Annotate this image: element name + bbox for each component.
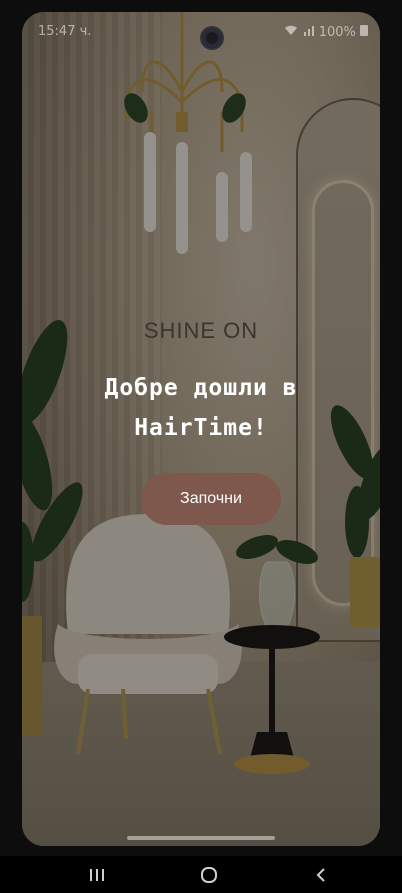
- navigation-bar: [0, 856, 402, 893]
- status-time: 15:47 ч.: [38, 24, 92, 39]
- welcome-title: Добре дошли в HairTime!: [42, 368, 360, 448]
- wifi-icon: [284, 25, 302, 40]
- phone-frame: 15:47 ч. 100% SHINE ON Добре дошли в Hai…: [0, 0, 402, 893]
- app-screen: 15:47 ч. 100% SHINE ON Добре дошли в Hai…: [22, 12, 380, 846]
- recents-button[interactable]: [67, 860, 127, 890]
- back-button[interactable]: [291, 860, 351, 890]
- status-right: 100%: [284, 24, 368, 40]
- battery-level: 100%: [318, 25, 356, 40]
- home-icon: [201, 867, 217, 883]
- battery-icon: [360, 25, 368, 40]
- signal-icon: [303, 25, 319, 40]
- back-icon: [316, 868, 325, 882]
- home-button[interactable]: [179, 860, 239, 890]
- welcome-line-2: HairTime!: [134, 415, 268, 441]
- recents-icon: [90, 869, 104, 881]
- camera-icon: [200, 26, 224, 50]
- start-button[interactable]: Започни: [141, 473, 281, 525]
- brand-logo-text: SHINE ON: [143, 318, 259, 343]
- welcome-line-1: Добре дошли в: [104, 375, 298, 401]
- home-indicator[interactable]: [127, 836, 275, 840]
